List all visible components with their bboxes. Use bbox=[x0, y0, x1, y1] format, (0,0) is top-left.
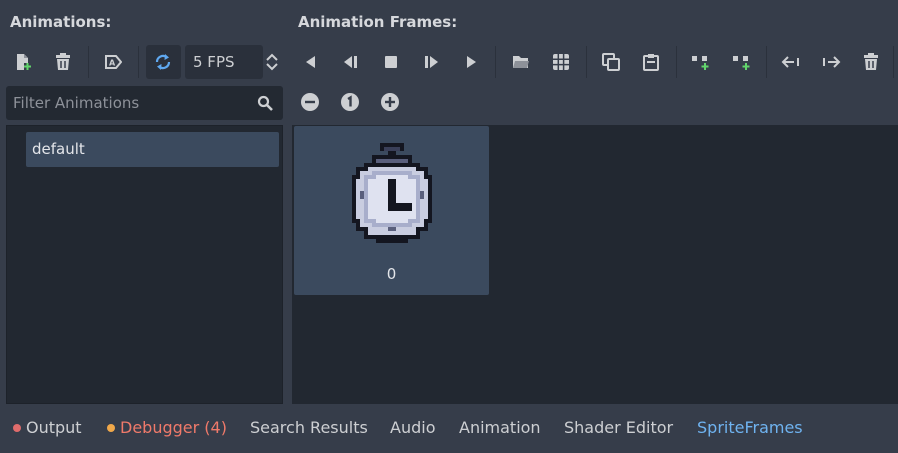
frame-tile[interactable]: 0 bbox=[294, 126, 489, 295]
move-left-icon bbox=[781, 56, 799, 68]
move-right-icon bbox=[823, 56, 841, 68]
tab-output-label: Output bbox=[26, 418, 82, 437]
delete-animation-button[interactable] bbox=[48, 46, 78, 78]
play-button[interactable] bbox=[456, 46, 486, 78]
new-animation-button[interactable] bbox=[8, 46, 38, 78]
tab-search-results[interactable]: Search Results bbox=[250, 418, 368, 437]
stop-icon bbox=[385, 56, 397, 68]
play-backwards-from-end-button[interactable] bbox=[336, 46, 366, 78]
loop-toggle[interactable] bbox=[148, 46, 178, 78]
zoom-in-button[interactable] bbox=[380, 92, 402, 114]
animation-list: default bbox=[6, 125, 283, 404]
insert-frame-before-button[interactable] bbox=[686, 46, 716, 78]
zoom-reset-icon bbox=[341, 93, 359, 111]
play-backwards-from-start-icon bbox=[344, 56, 357, 68]
load-frames-button[interactable] bbox=[506, 46, 536, 78]
output-status-dot bbox=[13, 424, 21, 432]
loop-icon bbox=[155, 54, 171, 70]
tab-debugger-label: Debugger (4) bbox=[120, 418, 227, 437]
fps-stepper-icon bbox=[266, 53, 278, 71]
load-sprite-sheet-button[interactable] bbox=[546, 46, 576, 78]
insert-frame-after-button[interactable] bbox=[726, 46, 756, 78]
tab-animation[interactable]: Animation bbox=[459, 418, 541, 437]
tab-audio[interactable]: Audio bbox=[390, 418, 435, 437]
filter-animations-input[interactable] bbox=[13, 92, 243, 114]
animation-frames-heading: Animation Frames: bbox=[298, 13, 458, 31]
zoom-out-button[interactable] bbox=[300, 92, 322, 114]
zoom-reset-button[interactable] bbox=[340, 92, 362, 114]
move-frame-left-button[interactable] bbox=[776, 46, 806, 78]
search-icon bbox=[257, 95, 273, 111]
animation-item-label: default bbox=[32, 140, 85, 158]
play-backwards-icon bbox=[306, 56, 315, 68]
delete-frame-icon bbox=[864, 53, 878, 70]
tab-debugger[interactable]: Debugger (4) bbox=[107, 418, 227, 437]
svg-text:A: A bbox=[109, 59, 116, 68]
tab-output[interactable]: Output bbox=[13, 418, 82, 437]
zoom-in-icon bbox=[381, 93, 399, 111]
play-from-start-button[interactable] bbox=[416, 46, 446, 78]
autoplay-icon: A bbox=[105, 55, 122, 69]
frame-index-label: 0 bbox=[386, 265, 397, 283]
fps-stepper[interactable] bbox=[258, 46, 286, 78]
copy-frame-icon bbox=[602, 53, 620, 71]
frames-panel: 0 bbox=[292, 125, 898, 404]
stopwatch-icon bbox=[352, 143, 432, 243]
debugger-status-dot bbox=[107, 424, 115, 432]
fps-value: 5 FPS bbox=[193, 53, 235, 71]
fps-spinbox[interactable]: 5 FPS bbox=[185, 45, 263, 79]
move-frame-right-button[interactable] bbox=[816, 46, 846, 78]
play-icon bbox=[467, 56, 476, 68]
animations-heading: Animations: bbox=[10, 13, 112, 31]
play-from-start-icon bbox=[425, 56, 438, 68]
tab-spriteframes[interactable]: SpriteFrames bbox=[697, 418, 803, 437]
tab-shader-editor[interactable]: Shader Editor bbox=[564, 418, 673, 437]
paste-frame-icon bbox=[643, 54, 659, 71]
filter-animations-box bbox=[6, 86, 283, 120]
play-backwards-button[interactable] bbox=[296, 46, 326, 78]
insert-after-icon bbox=[733, 56, 750, 70]
stop-button[interactable] bbox=[376, 46, 406, 78]
insert-before-icon bbox=[692, 56, 709, 70]
sprite-sheet-icon bbox=[553, 54, 569, 70]
paste-frame-button[interactable] bbox=[636, 46, 666, 78]
copy-frame-button[interactable] bbox=[596, 46, 626, 78]
zoom-out-icon bbox=[301, 93, 319, 111]
autoplay-on-load-button[interactable]: A bbox=[98, 46, 128, 78]
delete-animation-icon bbox=[56, 53, 70, 70]
load-frames-icon bbox=[513, 56, 529, 68]
delete-frame-button[interactable] bbox=[856, 46, 886, 78]
animation-item-default[interactable]: default bbox=[26, 132, 279, 167]
new-animation-icon bbox=[17, 54, 31, 70]
